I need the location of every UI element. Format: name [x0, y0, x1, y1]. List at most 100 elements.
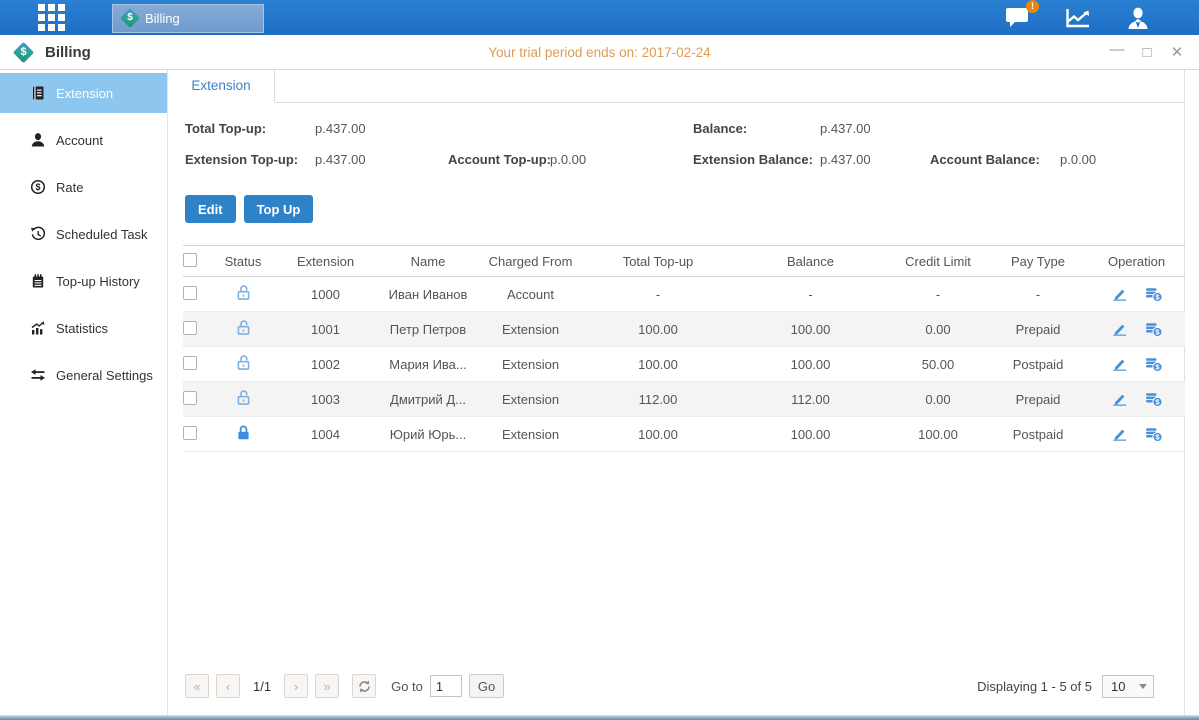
extension-topup-value: p.437.00 [315, 152, 366, 167]
tabstrip: Extension [168, 70, 1184, 103]
total-topup-cell: 100.00 [583, 427, 733, 442]
taskbar-billing-label: Billing [145, 11, 180, 26]
sidebar-item-rate[interactable]: $ Rate [0, 167, 167, 207]
sidebar-item-label: General Settings [56, 368, 153, 383]
row-checkbox[interactable] [183, 286, 197, 300]
topup-row-icon[interactable]: $ [1144, 391, 1163, 407]
maximize-icon[interactable]: □ [1139, 45, 1155, 61]
edit-row-icon[interactable] [1111, 286, 1128, 302]
table-row: 1004 Юрий Юрь... Extension 100.00 100.00… [183, 417, 1185, 452]
sidebar-item-label: Statistics [56, 321, 108, 336]
goto-label: Go to [391, 679, 423, 694]
balance-cell: 100.00 [733, 322, 888, 337]
balance-cell: 112.00 [733, 392, 888, 407]
table-row: 1001 Петр Петров Extension 100.00 100.00… [183, 312, 1185, 347]
next-page-button[interactable]: › [284, 674, 308, 698]
name-cell: Иван Иванов [378, 287, 478, 302]
sidebar-item-label: Extension [56, 86, 113, 101]
topup-button[interactable]: Top Up [244, 195, 314, 223]
col-status: Status [213, 254, 273, 269]
col-name: Name [378, 254, 478, 269]
page-size-dropdown[interactable]: 10 [1102, 675, 1154, 698]
messages-icon[interactable]: ! [1005, 6, 1031, 30]
charged-from-cell: Extension [478, 427, 583, 442]
taskbar-billing-button[interactable]: $ Billing [112, 4, 264, 33]
prev-page-button[interactable]: ‹ [216, 674, 240, 698]
row-checkbox[interactable] [183, 356, 197, 370]
app-launcher-icon[interactable] [36, 3, 66, 33]
bar-chart-icon [30, 320, 46, 336]
pagination-bar: « ‹ 1/1 › » Go to Go [185, 674, 504, 698]
go-button[interactable]: Go [469, 674, 504, 698]
total-topup-value: p.437.00 [315, 121, 366, 136]
name-cell: Дмитрий Д... [378, 392, 478, 407]
refresh-icon [357, 679, 372, 694]
sidebar-item-statistics[interactable]: Statistics [0, 308, 167, 348]
sidebar-item-general-settings[interactable]: General Settings [0, 355, 167, 395]
unlocked-icon [235, 284, 252, 301]
balance-value: p.437.00 [820, 121, 871, 136]
row-checkbox[interactable] [183, 321, 197, 335]
sidebar-item-label: Account [56, 133, 103, 148]
select-all-checkbox[interactable] [183, 253, 197, 267]
unlocked-icon [235, 319, 252, 336]
name-cell: Юрий Юрь... [378, 427, 478, 442]
taskbar: $ Billing ! [0, 0, 1199, 35]
extension-topup-label: Extension Top-up: [185, 152, 298, 167]
sidebar-item-topup-history[interactable]: Top-up History [0, 261, 167, 301]
extension-cell: 1000 [273, 287, 378, 302]
col-balance: Balance [733, 254, 888, 269]
sidebar-item-account[interactable]: Account [0, 120, 167, 160]
minimize-icon[interactable]: — [1109, 45, 1125, 61]
credit-limit-cell: 50.00 [888, 357, 988, 372]
dollar-circle-icon: $ [30, 179, 46, 195]
account-topup-label: Account Top-up: [448, 152, 551, 167]
balance-cell: - [733, 287, 888, 302]
col-charged-from: Charged From [478, 254, 583, 269]
table-row: 1003 Дмитрий Д... Extension 112.00 112.0… [183, 382, 1185, 417]
pay-type-cell: Prepaid [988, 392, 1088, 407]
statistics-monitor-icon[interactable] [1065, 6, 1091, 30]
sidebar-item-scheduled-task[interactable]: Scheduled Task [0, 214, 167, 254]
unlocked-icon [235, 354, 252, 371]
topup-row-icon[interactable]: $ [1144, 321, 1163, 337]
window-titlebar: $ Billing Your trial period ends on: 201… [0, 35, 1199, 70]
sidebar-item-label: Top-up History [56, 274, 140, 289]
total-topup-cell: 100.00 [583, 322, 733, 337]
topup-row-icon[interactable]: $ [1144, 426, 1163, 442]
goto-page-input[interactable] [430, 675, 462, 697]
col-total-topup: Total Top-up [583, 254, 733, 269]
user-icon[interactable] [1125, 6, 1151, 30]
name-cell: Петр Петров [378, 322, 478, 337]
total-topup-cell: 112.00 [583, 392, 733, 407]
row-checkbox[interactable] [183, 426, 197, 440]
pay-type-cell: Prepaid [988, 322, 1088, 337]
topup-row-icon[interactable]: $ [1144, 286, 1163, 302]
edit-row-icon[interactable] [1111, 391, 1128, 407]
edit-row-icon[interactable] [1111, 426, 1128, 442]
col-operation: Operation [1088, 254, 1185, 269]
notebook-icon [30, 273, 46, 289]
charged-from-cell: Extension [478, 357, 583, 372]
chevron-down-icon [1139, 684, 1147, 689]
sidebar-item-extension[interactable]: Extension [0, 73, 167, 113]
charged-from-cell: Account [478, 287, 583, 302]
edit-row-icon[interactable] [1111, 321, 1128, 337]
table-row: 1000 Иван Иванов Account - - - - $ [183, 277, 1185, 312]
refresh-button[interactable] [352, 674, 376, 698]
topup-row-icon[interactable]: $ [1144, 356, 1163, 372]
extension-balance-value: p.437.00 [820, 152, 871, 167]
row-checkbox[interactable] [183, 391, 197, 405]
first-page-button[interactable]: « [185, 674, 209, 698]
page-indicator: 1/1 [253, 679, 271, 694]
billing-app-icon: $ [120, 8, 140, 28]
last-page-button[interactable]: » [315, 674, 339, 698]
balance-cell: 100.00 [733, 357, 888, 372]
table-row: 1002 Мария Ива... Extension 100.00 100.0… [183, 347, 1185, 382]
close-icon[interactable]: ✕ [1169, 45, 1185, 61]
extension-cell: 1002 [273, 357, 378, 372]
account-balance-value: p.0.00 [1060, 152, 1096, 167]
edit-row-icon[interactable] [1111, 356, 1128, 372]
edit-button[interactable]: Edit [185, 195, 236, 223]
tab-extension[interactable]: Extension [168, 70, 275, 103]
